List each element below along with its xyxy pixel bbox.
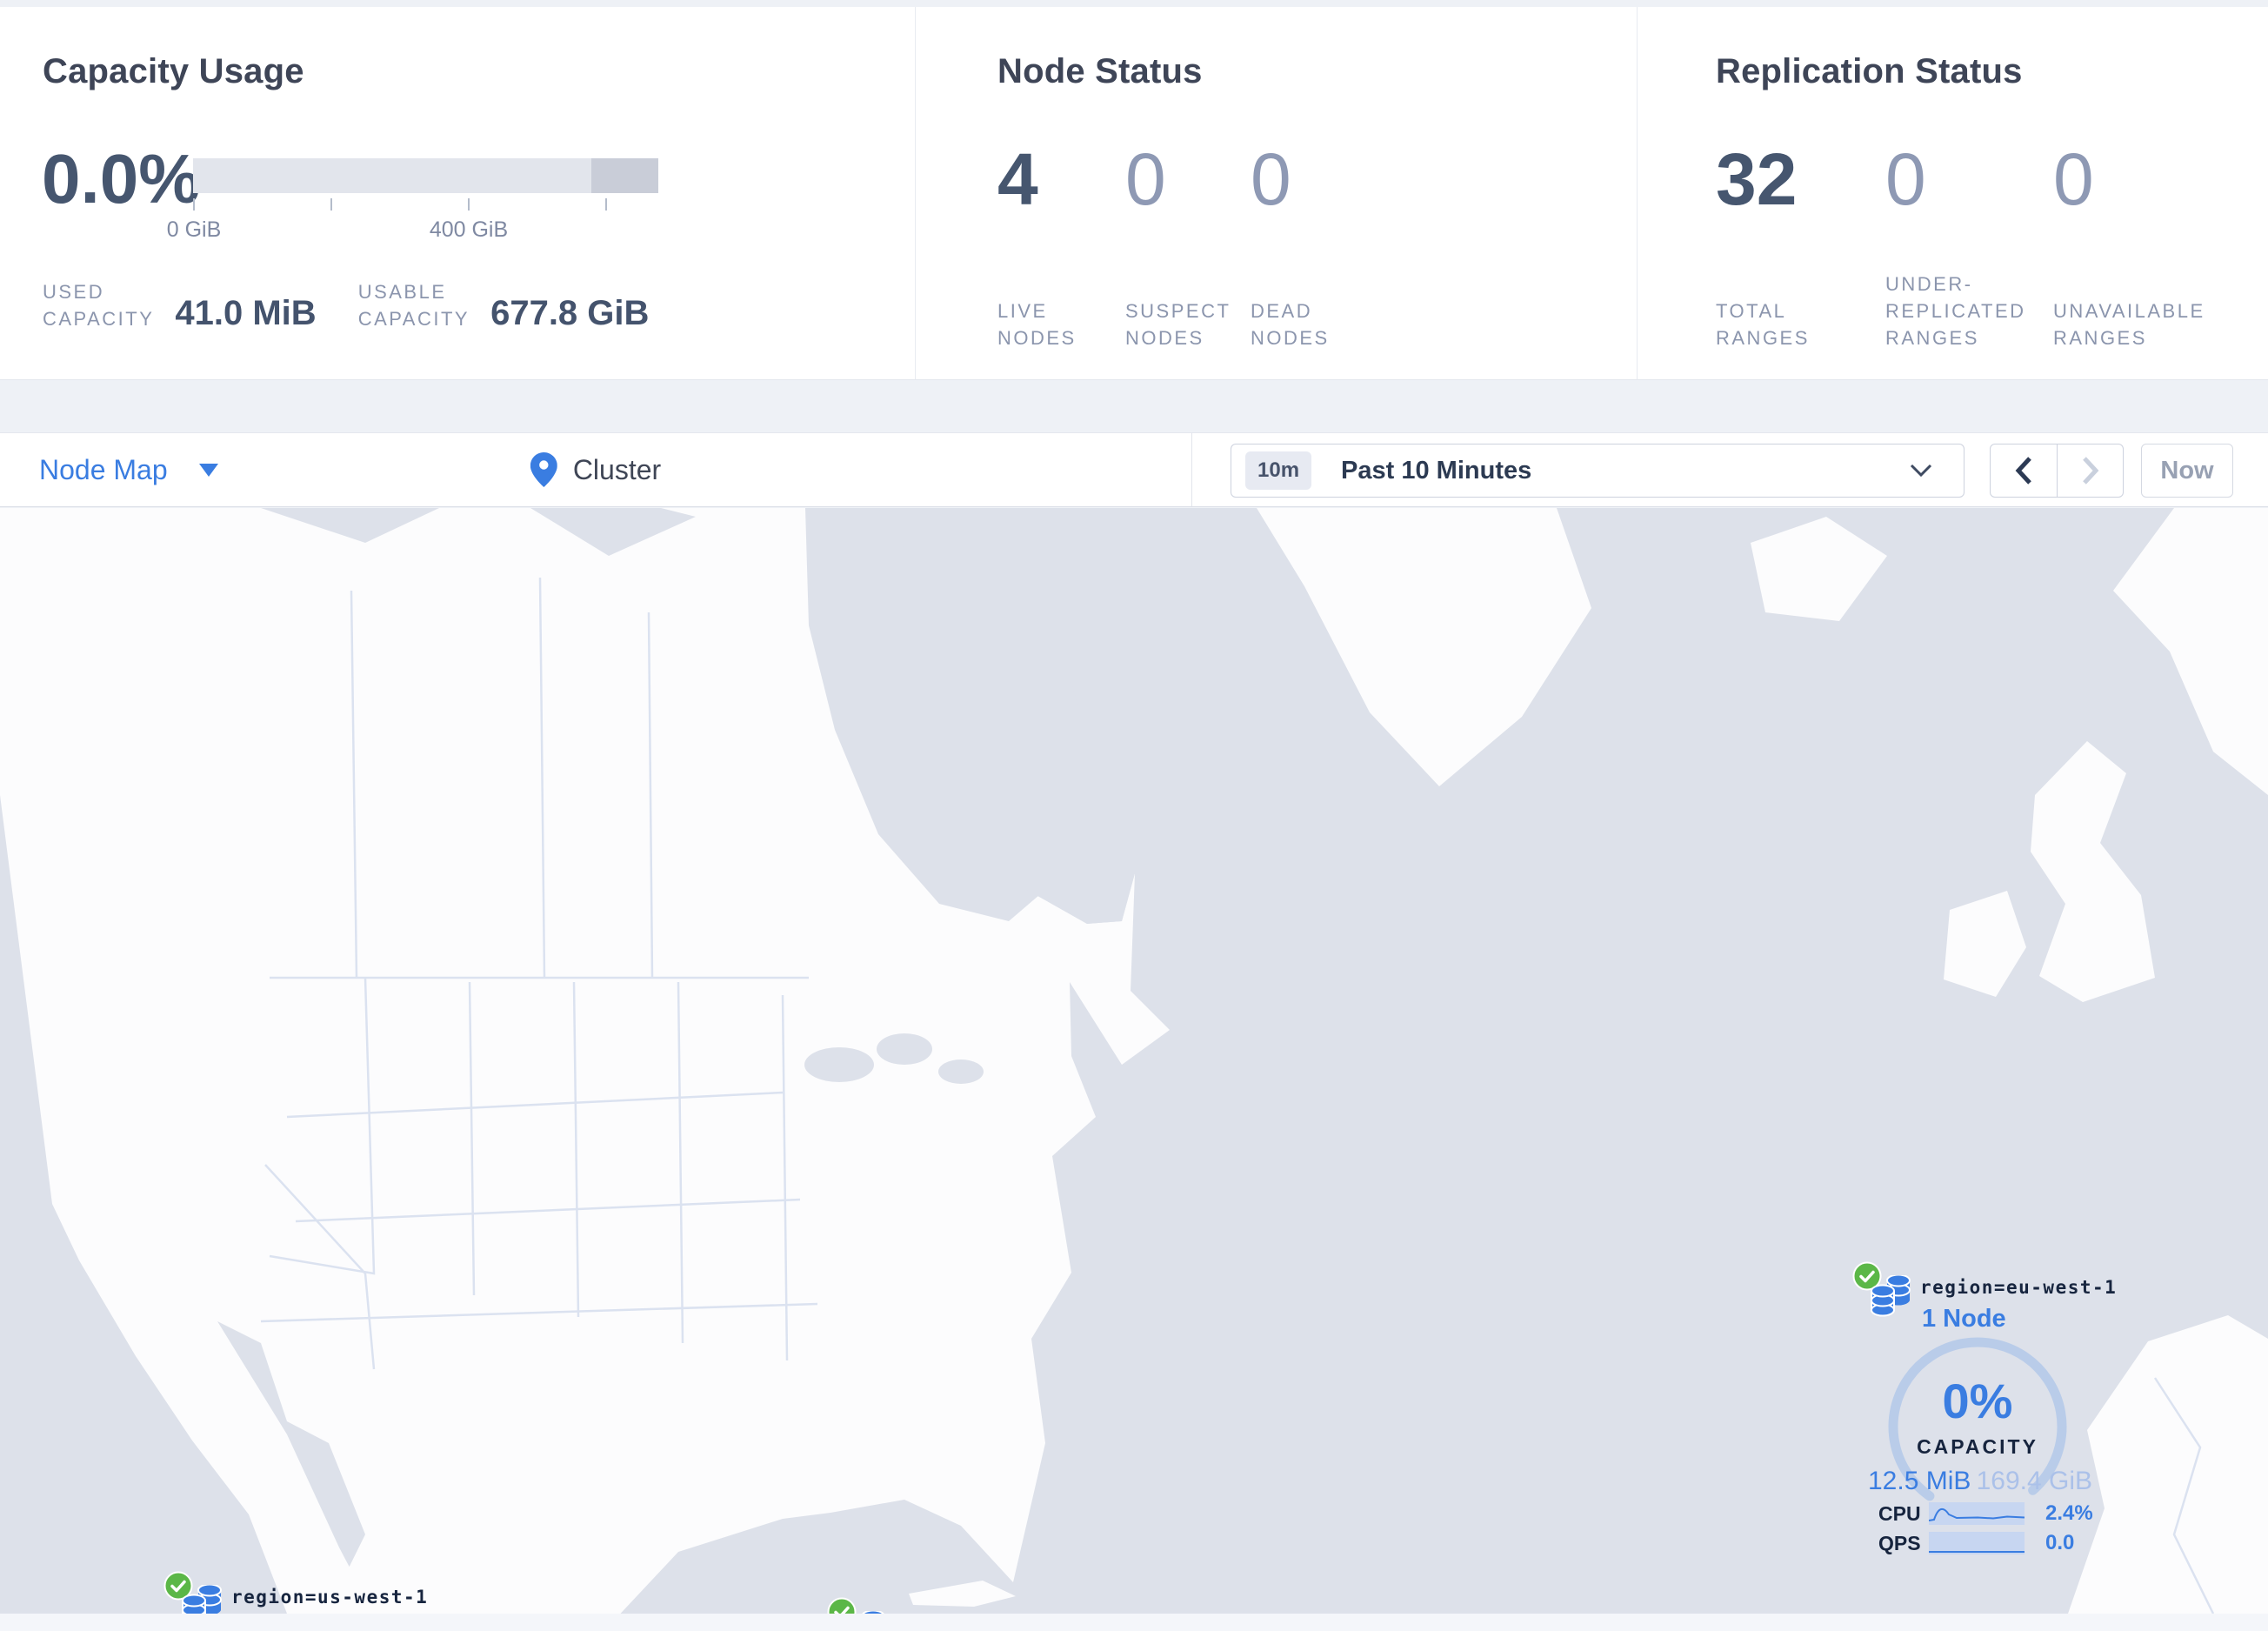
qps-metric-row: QPS 0.0	[1878, 1531, 2074, 1555]
live-nodes-value: 4	[997, 138, 1038, 220]
used-capacity-value: 41.0 MiB	[175, 294, 317, 332]
chevron-down-icon	[1910, 464, 1932, 478]
capacity-percent: 0%	[1942, 1374, 2013, 1428]
region-marker-eu-west-1[interactable]: region=eu-west-1 1 Node 0% CAPACITY 12.5…	[1847, 1261, 2116, 1561]
unavailable-ranges-stat: 0 UNAVAILABLE RANGES	[2053, 7, 2245, 379]
axis-tick	[330, 198, 332, 211]
capacity-bar-nonusable-segment	[591, 158, 658, 193]
region-marker-us-east-1[interactable]: region=us-east-1 2 Nodes 0% CAPACITY 16.…	[822, 1597, 1091, 1614]
cpu-sparkline	[1929, 1502, 2025, 1525]
axis-tick	[468, 198, 470, 211]
dead-nodes-label: DEAD NODES	[1251, 300, 1330, 349]
view-selector-label: Node Map	[39, 453, 168, 485]
total-ranges-value: 32	[1716, 138, 1798, 220]
breadcrumb-label: Cluster	[572, 453, 662, 485]
live-nodes-label: LIVE NODES	[997, 300, 1077, 349]
time-range-badge: 10m	[1245, 451, 1312, 490]
database-stack-icon	[182, 1585, 222, 1614]
total-ranges-stat: 32 TOTAL RANGES	[1716, 7, 1885, 379]
now-button[interactable]: Now	[2141, 444, 2233, 498]
cpu-value: 2.4%	[2045, 1501, 2093, 1525]
cluster-overview-page: Capacity Usage 0.0% 0 GiB 400 GiB USED C…	[0, 0, 2268, 1631]
used-capacity-label: USED CAPACITY	[43, 281, 155, 330]
location-pin-icon	[530, 452, 557, 487]
axis-tick	[193, 198, 195, 211]
qps-sparkline	[1929, 1532, 2025, 1554]
region-marker-us-west-1[interactable]: region=us-west-1 1 Node 0% CAPACITY 12.2…	[158, 1571, 427, 1614]
region-name: region=us-west-1	[231, 1587, 429, 1608]
toolbar-left-section: Node Map Cluster	[0, 433, 1192, 506]
capacity-values-row: 12.5 MiB 169.4 GiB	[1868, 1467, 2092, 1496]
suspect-nodes-label: SUSPECT NODES	[1125, 300, 1231, 349]
region-name: region=eu-west-1	[1920, 1277, 2118, 1298]
axis-tick-label: 0 GiB	[166, 217, 222, 242]
caret-down-icon	[198, 463, 218, 477]
live-nodes-stat: 4 LIVE NODES	[997, 7, 1125, 379]
capacity-label: CAPACITY	[1917, 1435, 2038, 1458]
map-toolbar: Node Map Cluster 10m Past 10 Minutes Now	[0, 432, 2268, 507]
qps-value: 0.0	[2045, 1531, 2075, 1554]
qps-label: QPS	[1878, 1531, 1921, 1554]
node-map: region=us-west-1 1 Node 0% CAPACITY 12.2…	[0, 508, 2268, 1614]
time-next-button[interactable]	[2057, 445, 2123, 497]
time-range-label: Past 10 Minutes	[1341, 456, 1532, 485]
capacity-total: 169.4 GiB	[1976, 1467, 2092, 1495]
time-range-selector[interactable]: 10m Past 10 Minutes	[1231, 444, 1964, 498]
dead-nodes-value: 0	[1251, 138, 1291, 220]
axis-tick-label: 400 GiB	[429, 217, 509, 242]
cpu-metric-row: CPU 2.4%	[1878, 1501, 2093, 1526]
axis-tick	[605, 198, 607, 211]
cluster-summary-bar: Capacity Usage 0.0% 0 GiB 400 GiB USED C…	[0, 7, 2268, 380]
unavailable-ranges-value: 0	[2053, 138, 2094, 220]
suspect-nodes-stat: 0 SUSPECT NODES	[1125, 7, 1251, 379]
under-replicated-ranges-stat: 0 UNDER- REPLICATED RANGES	[1885, 7, 2053, 379]
database-stack-icon	[1871, 1275, 1911, 1317]
chevron-left-icon	[2015, 457, 2031, 485]
capacity-used: 12.5 MiB	[1868, 1467, 1971, 1495]
capacity-usage-panel: Capacity Usage 0.0% 0 GiB 400 GiB USED C…	[0, 7, 915, 379]
capacity-stats: USED CAPACITY 41.0 MiB USABLE CAPACITY 6…	[43, 278, 649, 332]
under-replicated-ranges-label: UNDER- REPLICATED RANGES	[1885, 273, 2026, 349]
usable-capacity-label: USABLE CAPACITY	[357, 281, 470, 330]
time-nav-buttons	[1990, 444, 2124, 498]
replication-status-panel: Replication Status 32 TOTAL RANGES 0 UND…	[1637, 7, 2268, 379]
map-footer-strip	[0, 1614, 2268, 1631]
time-prev-button[interactable]	[1991, 445, 2057, 497]
node-status-panel: Node Status 4 LIVE NODES 0 SUSPECT NODES…	[915, 7, 1637, 379]
breadcrumb[interactable]: Cluster	[530, 433, 661, 506]
unavailable-ranges-label: UNAVAILABLE RANGES	[2053, 300, 2205, 349]
capacity-percent-value: 0.0%	[42, 140, 201, 217]
dead-nodes-stat: 0 DEAD NODES	[1251, 7, 1390, 379]
under-replicated-ranges-value: 0	[1885, 138, 1926, 220]
view-selector-dropdown[interactable]: Node Map	[39, 433, 218, 506]
chevron-right-icon	[2082, 457, 2098, 485]
region-nodes-link[interactable]: 1 Node	[1922, 1305, 2006, 1334]
suspect-nodes-value: 0	[1125, 138, 1166, 220]
usable-capacity-value: 677.8 GiB	[490, 294, 650, 332]
capacity-usage-title: Capacity Usage	[43, 52, 304, 90]
capacity-bar	[193, 158, 658, 193]
capacity-bar-axis: 0 GiB 400 GiB	[167, 198, 658, 251]
cpu-label: CPU	[1878, 1501, 1921, 1525]
total-ranges-label: TOTAL RANGES	[1716, 300, 1810, 349]
